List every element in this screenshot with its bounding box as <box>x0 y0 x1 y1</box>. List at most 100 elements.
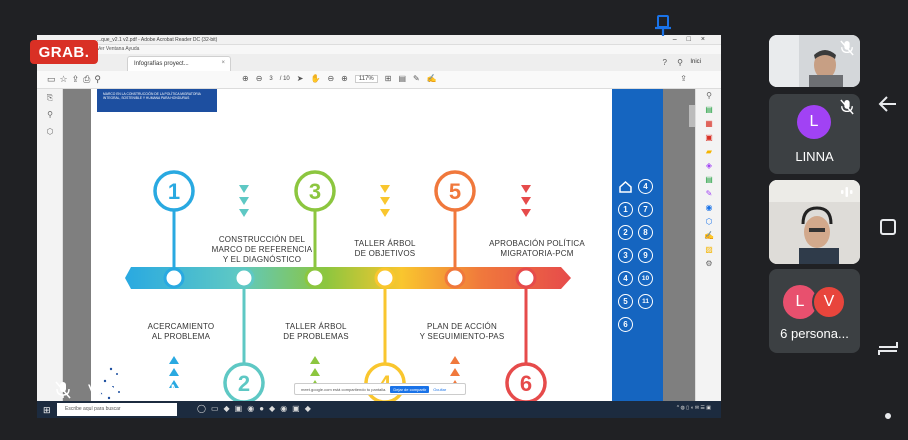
search-icon[interactable]: ⚲ <box>696 89 721 103</box>
pen-icon[interactable]: ✎ <box>413 74 420 83</box>
hand-icon[interactable]: ✋ <box>310 74 320 83</box>
junction-4 <box>374 267 396 289</box>
step-index-7[interactable]: 7 <box>638 202 653 217</box>
tab-strip: Infografías proyect... × ? ⚲ Inici <box>37 54 721 71</box>
arrows-down-4 <box>380 185 390 217</box>
fill-sign-icon[interactable]: ✎ <box>696 187 721 201</box>
step-number-1: 1 <box>168 179 180 204</box>
zoom-out-icon[interactable]: ⊖ <box>327 74 334 83</box>
arrows-down-6 <box>521 185 531 217</box>
page-down-icon[interactable]: ⊖ <box>256 74 263 83</box>
share-icon[interactable]: ⇪ <box>680 74 687 83</box>
step-index-6[interactable]: 6 <box>618 317 633 332</box>
junction-5 <box>444 267 466 289</box>
toolbar-file-icons[interactable]: ▭☆⇪⎙⚲ <box>47 74 105 85</box>
pin-icon[interactable] <box>652 14 674 38</box>
window-menu[interactable]: Ver Ventana Ayuda <box>37 45 721 54</box>
send-icon[interactable]: ✍ <box>696 229 721 243</box>
tab-start-label[interactable]: Inici <box>690 59 701 65</box>
participant-tile-video-2[interactable] <box>769 180 860 264</box>
step-index-11[interactable]: 11 <box>638 294 653 309</box>
combine-icon[interactable]: ◈ <box>696 159 721 173</box>
junction-3 <box>304 267 326 289</box>
create-pdf-icon[interactable]: ▣ <box>696 131 721 145</box>
participant-count: 6 persona... <box>780 326 849 341</box>
stamp-icon[interactable]: ▨ <box>696 243 721 257</box>
step-index-4[interactable]: 4 <box>638 179 653 194</box>
step-index-5[interactable]: 5 <box>618 294 633 309</box>
step-number-6: 6 <box>520 371 532 396</box>
timeline-band <box>125 267 571 289</box>
window-controls[interactable]: –□× <box>673 35 715 45</box>
back-arrow-icon[interactable] <box>878 95 898 113</box>
close-icon[interactable]: × <box>221 60 225 66</box>
organize-icon[interactable]: ▤ <box>696 173 721 187</box>
edit-pdf-icon[interactable]: ▦ <box>696 117 721 131</box>
taskbar-app-icons[interactable]: ◯▭◆▣◉●◆◉▣◆ <box>197 404 316 413</box>
step-number-3: 3 <box>309 179 321 204</box>
stop-sharing-button[interactable]: Dejar de compartir <box>390 385 430 393</box>
step-index-2[interactable]: 2 <box>618 225 633 240</box>
tab-infografias[interactable]: Infografías proyect... × <box>127 56 231 71</box>
arrows-down-2 <box>239 185 249 217</box>
junction-1 <box>163 267 185 289</box>
layers-icon[interactable]: ⬡ <box>37 123 63 140</box>
mic-off-icon <box>840 40 854 56</box>
meet-stage: GRAB. ...que_v2.1 v2.pdf - Adobe Acrobat… <box>0 0 908 440</box>
step-index-10[interactable]: 10 <box>638 271 653 286</box>
step-index-9[interactable]: 9 <box>638 248 653 263</box>
label-plan: PLAN DE ACCIÓN Y SEGUIMIENTO-PAS <box>419 322 505 341</box>
split-screen-icon[interactable] <box>877 339 899 357</box>
zoom-in-icon[interactable]: ⊕ <box>341 74 348 83</box>
step-index-4b[interactable]: 4 <box>618 271 633 286</box>
speaking-indicator-icon <box>841 187 853 197</box>
right-tools-rail: ⚲ ▤ ▦ ▣ ▰ ◈ ▤ ✎ ◉ ⬡ ✍ ▨ ⚙ <box>695 89 721 401</box>
participant-tile-linna[interactable]: L LINNA <box>769 94 860 174</box>
pdf-page: MARCO EN LA CONSTRUCCIÓN DE LA POLÍTICA … <box>91 89 663 401</box>
overview-icon[interactable] <box>879 218 897 236</box>
step-index-list: 4 1 7 2 8 3 9 4 10 5 11 6 <box>618 179 653 340</box>
taskbar-search-input[interactable]: Escribe aquí para buscar <box>57 403 177 416</box>
toolbar-center: ⊕ ⊖ 3 / 10 ➤ ✋ ⊖ ⊕ 117% ⊞ ▤ ✎ ✍ <box>242 74 437 83</box>
step-index-8[interactable]: 8 <box>638 225 653 240</box>
label-problemas: TALLER ÁRBOL DE PROBLEMAS <box>283 322 349 341</box>
home-icon[interactable] <box>618 179 633 194</box>
windows-taskbar: ⊞ Escribe aquí para buscar ◯▭◆▣◉●◆◉▣◆ ^ … <box>37 401 721 418</box>
sign-icon[interactable]: ✍ <box>427 74 437 83</box>
page-gutter-left <box>63 89 91 401</box>
zoom-level[interactable]: 117% <box>354 74 378 83</box>
system-tray[interactable]: ^ ◍ ▯ ◖ ✉ ☰ ▣ <box>677 405 711 411</box>
label-objetivos: TALLER ÁRBOL DE OBJETIVOS <box>354 239 416 258</box>
hide-share-bar-button[interactable]: Ocultar <box>433 387 446 392</box>
windows-start-icon[interactable]: ⊞ <box>43 405 51 416</box>
comment-tool-icon[interactable]: ▰ <box>696 145 721 159</box>
export-pdf-icon[interactable]: ▤ <box>696 103 721 117</box>
step-index-1[interactable]: 1 <box>618 202 633 217</box>
page-up-icon[interactable]: ⊕ <box>242 74 249 83</box>
presenter-name: Veronica BM <box>88 381 185 400</box>
page-current[interactable]: 3 <box>269 76 272 82</box>
home-dot-icon[interactable] <box>885 413 891 419</box>
fit-icon[interactable]: ⊞ <box>385 74 392 83</box>
avatar: V <box>812 285 846 319</box>
pdf-toolbar: ▭☆⇪⎙⚲ ⊕ ⊖ 3 / 10 ➤ ✋ ⊖ ⊕ 117% ⊞ ▤ ✎ ✍ ⇪ <box>37 71 721 89</box>
avatar: L <box>797 105 831 139</box>
protect-icon[interactable]: ◉ <box>696 201 721 215</box>
junction-2 <box>233 267 255 289</box>
label-construccion: CONSTRUCCIÓN DEL MARCO DE REFERENCIA Y E… <box>211 235 313 264</box>
comment-icon[interactable]: ▤ <box>398 74 406 83</box>
participant-tile-video-1[interactable] <box>769 35 860 87</box>
attach-icon[interactable]: ⚲ <box>37 106 63 123</box>
copy-icon[interactable]: ⎘ <box>37 89 63 106</box>
participant-tile-group[interactable]: L V 6 persona... <box>769 269 860 353</box>
participant-name: LINNA <box>795 149 834 164</box>
window-title: ...que_v2.1 v2.pdf - Adobe Acrobat Reade… <box>37 35 721 45</box>
left-rail: ⎘ ⚲ ⬡ <box>37 89 63 401</box>
help-icon[interactable]: ? ⚲ <box>662 58 687 67</box>
more-tools-icon[interactable]: ⚙ <box>696 257 721 271</box>
shield-icon[interactable]: ⬡ <box>696 215 721 229</box>
step-index-3[interactable]: 3 <box>618 248 633 263</box>
cursor-icon[interactable]: ➤ <box>297 74 304 83</box>
shared-screen: ...que_v2.1 v2.pdf - Adobe Acrobat Reade… <box>37 35 721 418</box>
step-number-2: 2 <box>238 371 250 396</box>
